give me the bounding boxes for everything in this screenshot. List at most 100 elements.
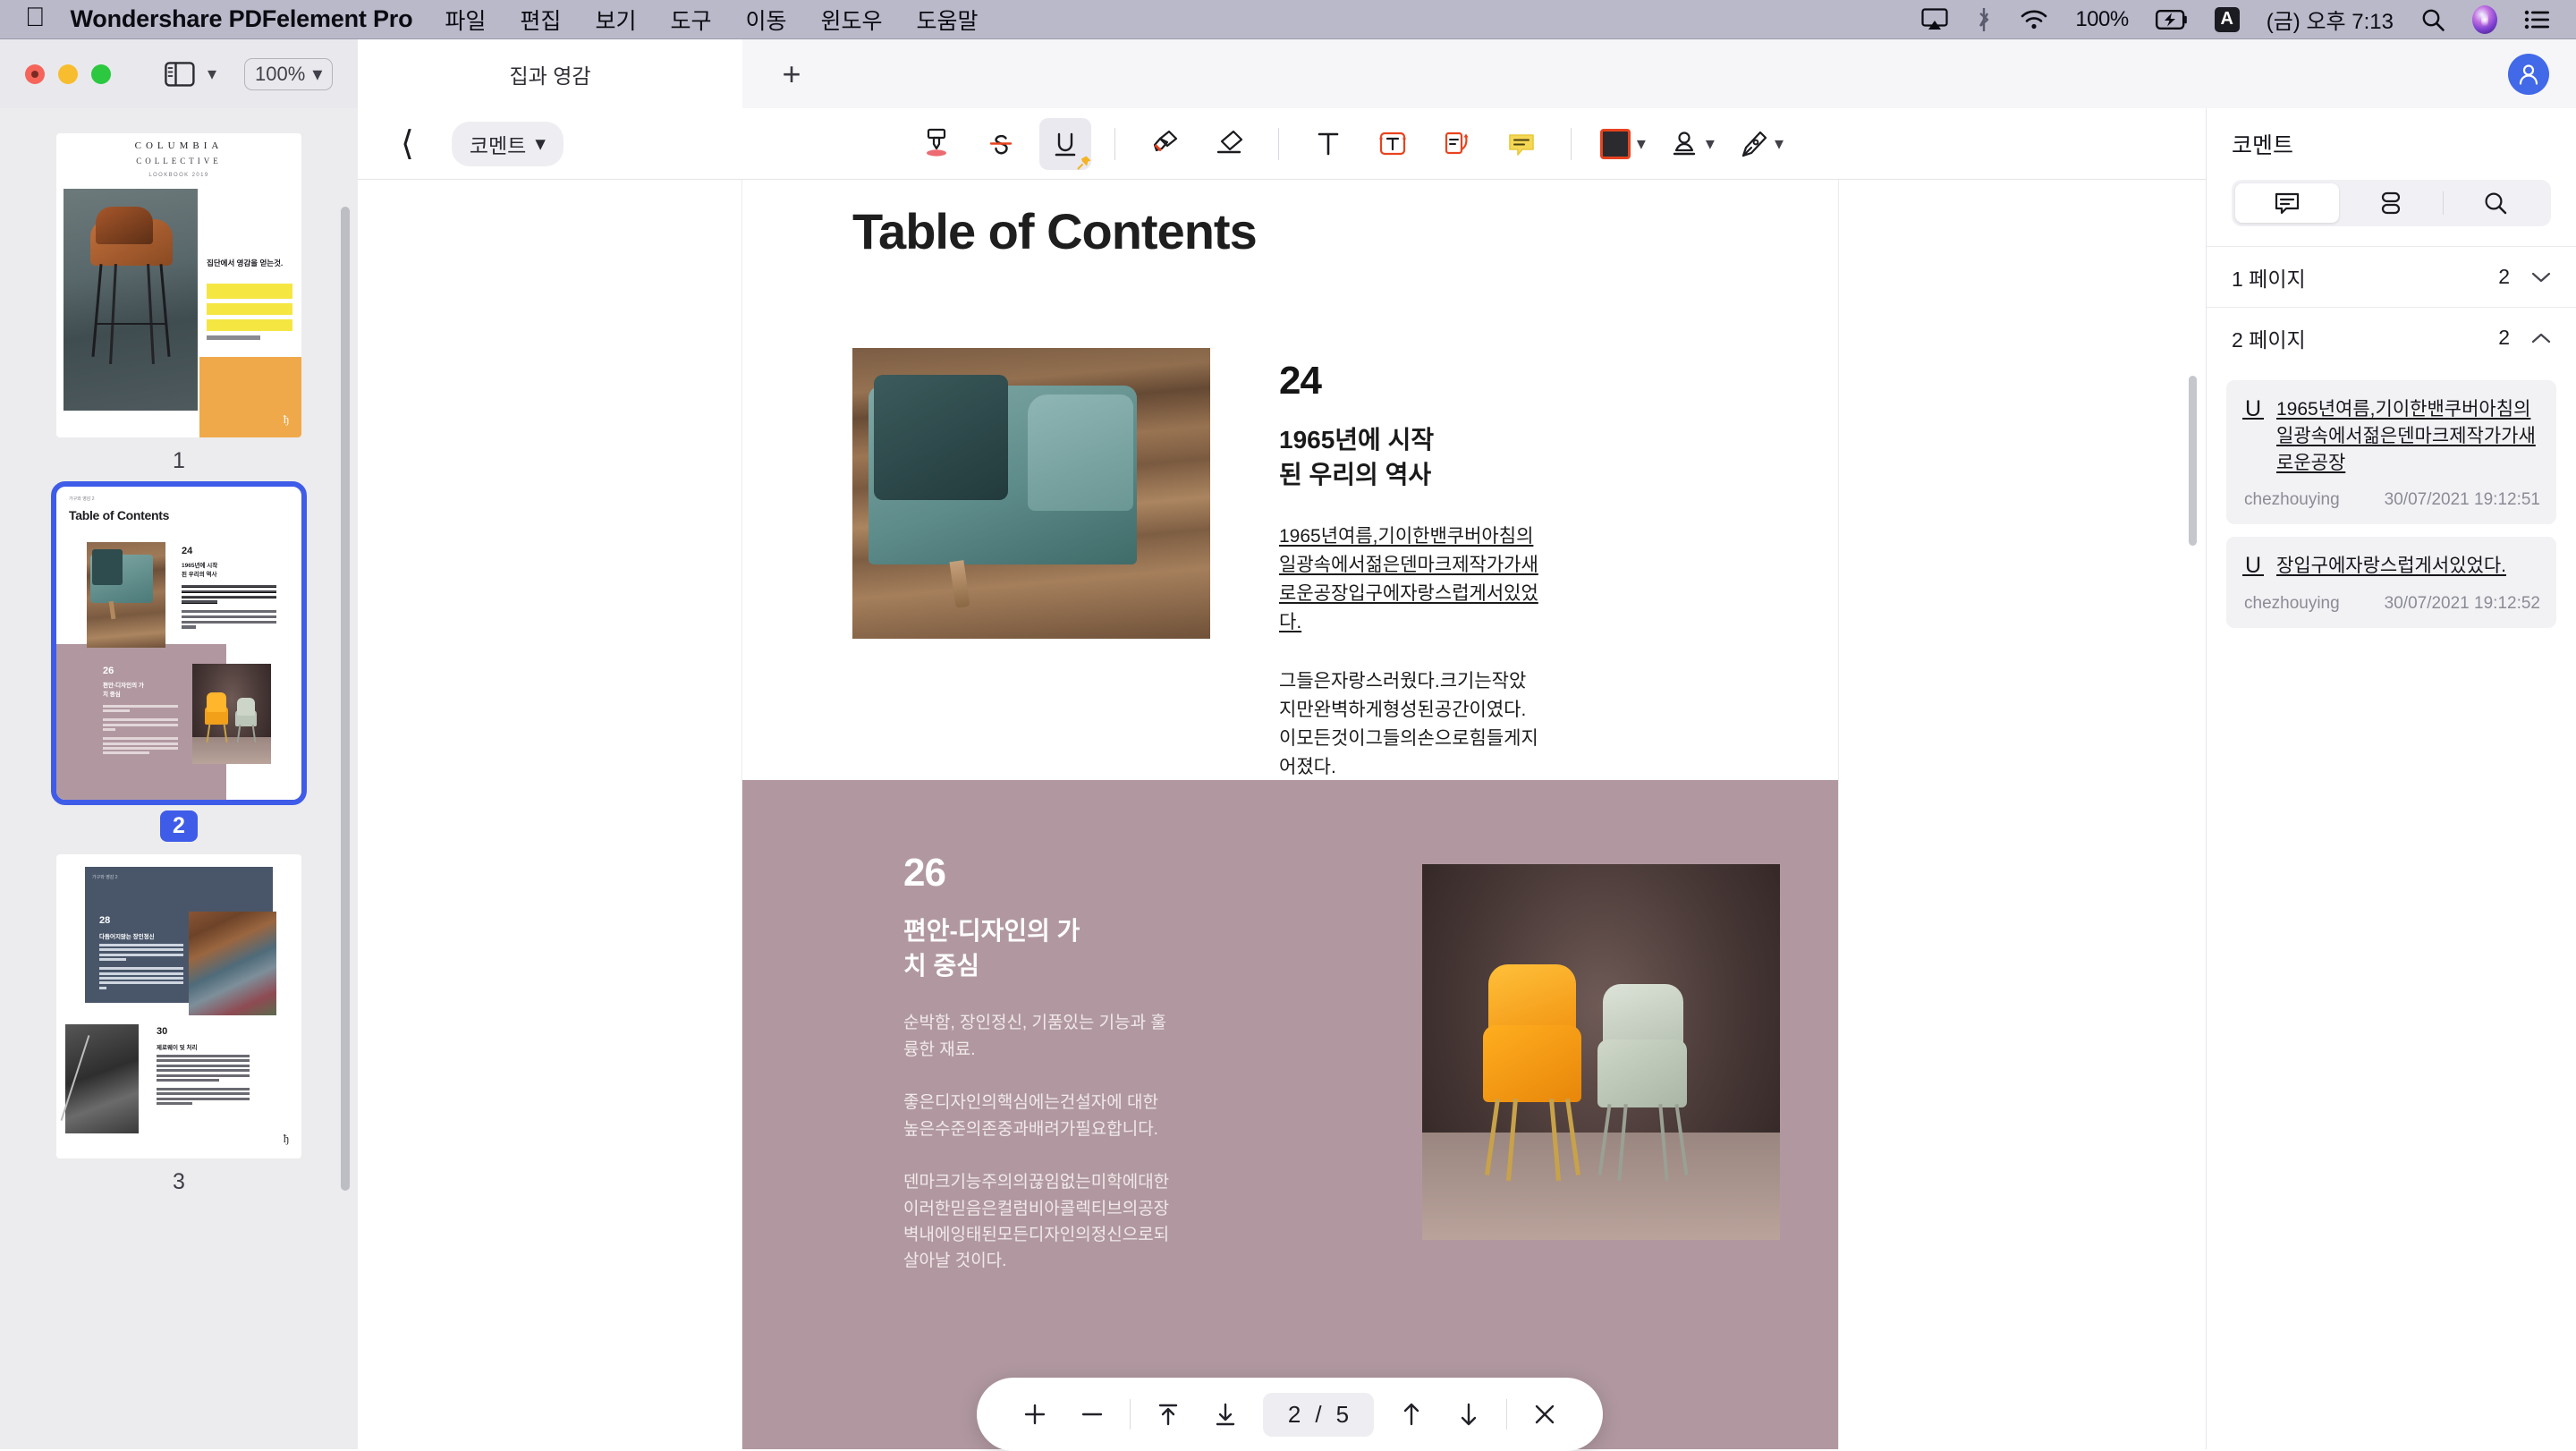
go-to-first-page-button[interactable] (1140, 1386, 1197, 1443)
search-icon[interactable] (2420, 7, 2445, 32)
pdf-page-2[interactable]: Table of Contents 24 1965년에 시작 된 우리의 역사 … (742, 180, 1838, 1449)
thumbnail-page-1[interactable]: COLUMBIA COLLECTIVE LOOKBOOK 2019 집단에서 영… (56, 133, 301, 474)
menu-bar-status-area: 100% A (금) 오후 7:13 (1921, 4, 2551, 35)
signature-tool[interactable]: ▾ (1733, 118, 1789, 170)
sofa-cushion-shape (874, 375, 1008, 500)
comment-list-view-tab[interactable] (2235, 183, 2339, 223)
thumbnail-page-number: 3 (173, 1169, 185, 1194)
comments-view-segmented-control (2232, 180, 2551, 226)
section-24-column: 24 1965년에 시작 된 우리의 역사 1965년여름,기이한밴쿠버아침의일… (1279, 359, 1538, 782)
battery-charging-icon[interactable] (2155, 9, 2188, 30)
comments-groups: 1 페이지 2 2 페이지 2 U 1965년여름,기이한밴쿠버아침의일광속에서… (2207, 246, 2576, 629)
color-picker-button[interactable]: ▾ (1595, 118, 1651, 170)
highlighter-pen-tool[interactable] (1139, 118, 1191, 170)
mode-selector[interactable]: 코멘트 ▾ (451, 121, 564, 166)
toolbar-divider (1114, 127, 1115, 160)
underline-icon: U (2242, 396, 2264, 420)
siri-icon[interactable] (2472, 4, 2497, 34)
sidebar-toggle-icon (165, 61, 195, 87)
chevron-down-icon: ▾ (312, 62, 323, 85)
green-chair-seat (1597, 1039, 1687, 1107)
zoom-out-button[interactable] (1063, 1386, 1121, 1443)
menu-file[interactable]: 파일 (445, 4, 486, 36)
page-thumbnail-sidebar[interactable]: COLUMBIA COLLECTIVE LOOKBOOK 2019 집단에서 영… (0, 108, 358, 1449)
comment-group-page-1[interactable]: 1 페이지 2 (2207, 246, 2576, 307)
section-paragraph: 그들은자랑스러웠다.크기는작았지만완벽하게형성된공간이였다.이모든것이그들의손으… (1279, 670, 1538, 777)
comment-item[interactable]: U 1965년여름,기이한밴쿠버아침의일광속에서젊은덴마크제작가가새로운공장 c… (2226, 380, 2556, 525)
sofa-leg-shape (949, 560, 970, 608)
previous-page-button[interactable] (1383, 1386, 1440, 1443)
comment-group-view-tab[interactable] (2339, 183, 2443, 223)
tab-label: 집과 영감 (509, 64, 591, 88)
section-heading: 편안-디자인의 가 치 중심 (903, 913, 1172, 983)
thumbnail-page-2[interactable]: 가구와 영감 2 Table of Contents 24 1965년에 시작 된… (51, 481, 307, 842)
underline-icon: U (2242, 553, 2264, 577)
document-canvas[interactable]: Table of Contents 24 1965년에 시작 된 우리의 역사 … (358, 180, 2206, 1449)
chevron-down-icon (2531, 271, 2551, 284)
menu-tools[interactable]: 도구 (670, 4, 711, 36)
tab-bar-filler (841, 39, 2218, 108)
back-button[interactable]: ⟨ (401, 127, 414, 161)
menu-go[interactable]: 이동 (745, 4, 786, 36)
close-page-nav-button[interactable] (1516, 1386, 1573, 1443)
nav-divider (1506, 1399, 1508, 1430)
bluetooth-icon[interactable] (1975, 6, 1993, 33)
strikethrough-tool[interactable] (975, 118, 1027, 170)
sidebar-toggle-button[interactable]: ▾ (165, 61, 216, 87)
menu-help[interactable]: 도움말 (917, 4, 979, 36)
note-callout-tool[interactable] (1431, 118, 1483, 170)
zoom-level-label: 100% (255, 62, 306, 85)
text-box-tool[interactable] (1367, 118, 1419, 170)
page-counter[interactable]: 2 / 5 (1262, 1392, 1375, 1437)
annotation-tool-group: ▾ ▾ ▾ (911, 117, 1789, 170)
window-close-button[interactable] (25, 64, 45, 84)
thumbnail-scrollbar[interactable] (341, 207, 350, 1191)
tab-document[interactable]: 집과 영감 (358, 39, 742, 108)
control-center-icon[interactable] (2524, 9, 2551, 30)
comment-group-label: 2 페이지 (2232, 327, 2306, 352)
underline-tool[interactable] (1038, 117, 1091, 170)
total-page-count: 5 (1335, 1400, 1350, 1428)
section-number: 24 (1279, 359, 1322, 403)
thumbnail-page-number: 2 (160, 810, 198, 842)
highlight-area-tool[interactable] (911, 118, 962, 170)
input-source-badge[interactable]: A (2214, 6, 2240, 32)
menu-window[interactable]: 윈도우 (820, 4, 882, 36)
chevron-down-icon: ▾ (1705, 134, 1715, 154)
thumbnail-page-3[interactable]: 가구와 영감 2 28 다듬어지않는 장인정신 30 제로웨이 및 처리 ђ 3 (56, 854, 301, 1195)
stamp-tool[interactable]: ▾ (1664, 118, 1720, 170)
wifi-icon[interactable] (2020, 9, 2048, 30)
go-to-last-page-button[interactable] (1197, 1386, 1254, 1443)
comment-item[interactable]: U 장입구에자랑스럽게서있었다. chezhouying 30/07/2021 … (2226, 537, 2556, 629)
nav-divider (1129, 1399, 1131, 1430)
app-name-label: Wondershare PDFelement Pro (50, 5, 413, 32)
eraser-tool[interactable] (1203, 118, 1255, 170)
sticky-note-tool[interactable] (1496, 118, 1547, 170)
apple-logo-icon[interactable]:  (25, 4, 46, 35)
document-scrollbar[interactable] (2189, 376, 2197, 546)
plus-icon: + (782, 55, 801, 92)
next-page-button[interactable] (1440, 1386, 1497, 1443)
comment-group-count: 2 (2498, 326, 2510, 349)
page-navigation-bar: 2 / 5 (977, 1378, 1603, 1451)
chevron-down-icon: ▾ (1636, 134, 1646, 154)
comment-search-tab[interactable] (2444, 183, 2547, 223)
sofa-photo (852, 348, 1210, 639)
user-avatar-icon[interactable] (2508, 53, 2549, 95)
window-maximize-button[interactable] (91, 64, 111, 84)
comment-group-page-2[interactable]: 2 페이지 2 (2207, 307, 2576, 368)
menu-bar-clock[interactable]: (금) 오후 7:13 (2267, 4, 2394, 35)
airplay-icon[interactable] (1921, 7, 1948, 31)
menu-edit[interactable]: 편집 (520, 4, 561, 36)
underlined-annotation-text[interactable]: 1965년여름,기이한밴쿠버아침의일광속에서젊은덴마크제작가가새로운공장입구에자… (1279, 522, 1538, 637)
zoom-level-selector[interactable]: 100% ▾ (244, 57, 334, 90)
thumbnail-preview-selected: 가구와 영감 2 Table of Contents 24 1965년에 시작 된… (51, 481, 307, 805)
zoom-in-button[interactable] (1006, 1386, 1063, 1443)
window-minimize-button[interactable] (58, 64, 78, 84)
new-tab-button[interactable]: + (742, 39, 841, 108)
menu-view[interactable]: 보기 (595, 4, 636, 36)
mode-label: 코멘트 (469, 133, 527, 157)
text-tool[interactable] (1302, 118, 1354, 170)
macos-menu-bar:  Wondershare PDFelement Pro 파일 편집 보기 도구… (0, 0, 2576, 39)
section-paragraph-3: 덴마크기능주의의끊임없는미학에대한이러한믿음은컬럼비아콜렉티브의공장벽내에잉태된… (903, 1173, 1170, 1271)
